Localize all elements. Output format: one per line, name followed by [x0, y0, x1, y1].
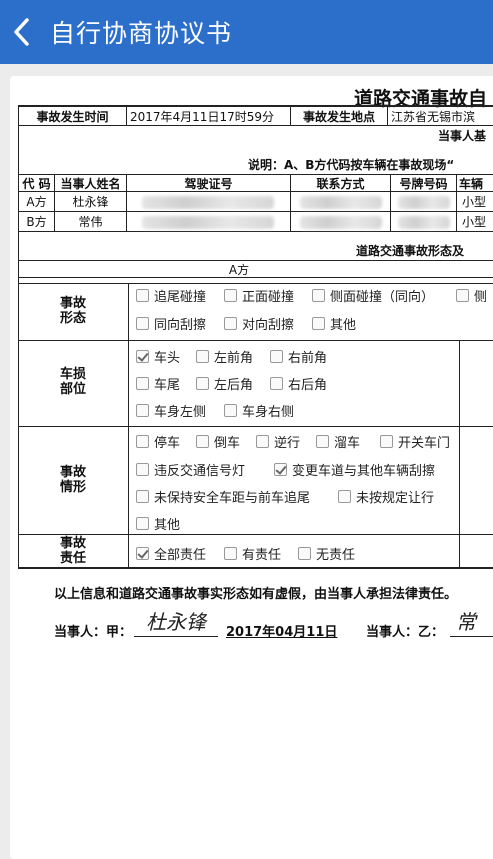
party-b-sign-label: 当事人：乙： — [366, 625, 445, 640]
option-front[interactable]: 车头 — [136, 347, 180, 366]
checkbox-icon — [136, 517, 149, 530]
option-no-liability[interactable]: 无责任 — [298, 544, 355, 563]
checkbox-icon — [312, 317, 325, 330]
party-a-plate-redacted — [398, 196, 450, 209]
party-a-sign-label: 当事人：甲： — [54, 625, 133, 640]
col-contact: 联系方式 — [316, 176, 365, 191]
party-a-name: 杜永锋 — [72, 195, 109, 209]
option-rear-right[interactable]: 右后角 — [270, 374, 327, 393]
accident-time-label: 事故发生时间 — [36, 109, 109, 124]
option-front-right[interactable]: 右前角 — [270, 347, 327, 366]
col-code: 代 码 — [22, 176, 51, 191]
option-head-on[interactable]: 正面碰撞 — [224, 286, 294, 305]
app-header: 自行协商协议书 — [0, 0, 493, 64]
accident-form-label: 事故 形态 — [59, 296, 86, 326]
party-a-code: A方 — [26, 195, 47, 209]
party-a-contact-redacted — [300, 196, 382, 209]
checkbox-icon — [136, 317, 149, 330]
checkbox-icon — [380, 435, 393, 448]
option-form-other[interactable]: 其他 — [312, 314, 356, 333]
option-reversing[interactable]: 倒车 — [196, 432, 240, 451]
option-right-side[interactable]: 车身右侧 — [224, 401, 294, 420]
party-b-license-redacted — [142, 216, 274, 229]
party-b-sign-line — [450, 636, 493, 637]
option-following[interactable]: 未保持安全车距与前车追尾 — [136, 487, 310, 506]
option-door[interactable]: 开关车门 — [380, 432, 450, 451]
option-front-left[interactable]: 左前角 — [196, 347, 253, 366]
party-b-plate-redacted — [398, 216, 450, 229]
checked-checkbox-icon — [136, 350, 149, 363]
party-b-name: 常伟 — [78, 215, 103, 229]
option-rear-end[interactable]: 追尾碰撞 — [136, 286, 206, 305]
col-name: 当事人姓名 — [60, 176, 121, 191]
party-a-sign-line — [134, 636, 218, 637]
option-same-scrape[interactable]: 同向刮擦 — [136, 314, 206, 333]
party-b-vehicle: 小型 — [462, 215, 487, 229]
side-a-header: A方 — [228, 262, 250, 277]
checkbox-icon — [136, 490, 149, 503]
option-rear[interactable]: 车尾 — [136, 374, 180, 393]
checkbox-icon — [338, 490, 351, 503]
checkbox-icon — [224, 317, 237, 330]
checkbox-icon — [270, 377, 283, 390]
checkbox-icon — [196, 377, 209, 390]
page-title: 自行协商协议书 — [50, 19, 233, 48]
declaration-text: 以上信息和道路交通事故事实形态如有虚假，由当事人承担法律责任。 — [54, 587, 458, 602]
option-rear-left[interactable]: 左后角 — [196, 374, 253, 393]
checkbox-icon — [136, 404, 149, 417]
back-arrow-icon — [14, 18, 29, 46]
option-side-other[interactable]: 侧 — [456, 286, 487, 305]
option-parked[interactable]: 停车 — [136, 432, 180, 451]
option-opposite-scrape[interactable]: 对向刮擦 — [224, 314, 294, 333]
option-situation-other[interactable]: 其他 — [136, 514, 180, 533]
option-side-same[interactable]: 侧面碰撞（同向） — [312, 286, 434, 305]
checkbox-icon — [312, 289, 325, 302]
party-b-code: B方 — [26, 215, 47, 229]
agreement-document: 道路交通事故自 事故发生时间 2017年4月11日17时59分 事故发生地点 江… — [10, 76, 493, 859]
checkbox-icon — [136, 289, 149, 302]
checkbox-icon — [256, 435, 269, 448]
option-full-liability[interactable]: 全部责任 — [136, 544, 206, 563]
party-a-license-redacted — [142, 196, 274, 209]
party-b-contact-redacted — [300, 216, 382, 229]
option-signal-violation[interactable]: 违反交通信号灯 — [136, 460, 245, 479]
checkbox-icon — [136, 435, 149, 448]
option-wrong-way[interactable]: 逆行 — [256, 432, 300, 451]
party-b-signature: 常 — [456, 610, 476, 634]
option-lane-change[interactable]: 变更车道与其他车辆刮擦 — [274, 460, 435, 479]
checkbox-icon — [224, 289, 237, 302]
option-left-side[interactable]: 车身左侧 — [136, 401, 206, 420]
checkbox-icon — [136, 377, 149, 390]
checkbox-icon — [298, 547, 311, 560]
situation-label: 事故 情形 — [59, 465, 86, 495]
checkbox-icon — [224, 404, 237, 417]
party-info-header: 当事人基 — [438, 128, 487, 143]
option-rolling[interactable]: 溜车 — [316, 432, 360, 451]
col-vehicle: 车辆 — [459, 176, 484, 191]
checkbox-icon — [456, 289, 469, 302]
sign-date: 2017年04月11日 — [226, 625, 338, 640]
option-partial-liability[interactable]: 有责任 — [224, 544, 281, 563]
checkbox-icon — [224, 547, 237, 560]
option-yield[interactable]: 未按规定让行 — [338, 487, 434, 506]
liability-label: 事故 责任 — [59, 536, 86, 566]
col-plate: 号牌号码 — [399, 176, 448, 191]
damage-label: 车损 部位 — [59, 367, 86, 397]
code-note: 说明：A、B方代码按车辆在事故现场“ — [248, 157, 455, 172]
accident-place-label: 事故发生地点 — [302, 109, 375, 124]
checkbox-icon — [270, 350, 283, 363]
accident-time-value: 2017年4月11日17时59分 — [130, 109, 274, 124]
checkbox-icon — [196, 350, 209, 363]
accident-place-value: 江苏省无锡市滨 — [391, 109, 476, 124]
checkbox-icon — [196, 435, 209, 448]
party-a-vehicle: 小型 — [462, 195, 487, 209]
checked-checkbox-icon — [274, 463, 287, 476]
accident-form-header: 道路交通事故形态及 — [356, 243, 465, 258]
checkbox-icon — [136, 463, 149, 476]
back-button[interactable] — [0, 0, 44, 64]
checked-checkbox-icon — [136, 547, 149, 560]
checkbox-icon — [316, 435, 329, 448]
col-license: 驾驶证号 — [184, 176, 233, 191]
party-a-signature: 杜永锋 — [146, 610, 206, 634]
